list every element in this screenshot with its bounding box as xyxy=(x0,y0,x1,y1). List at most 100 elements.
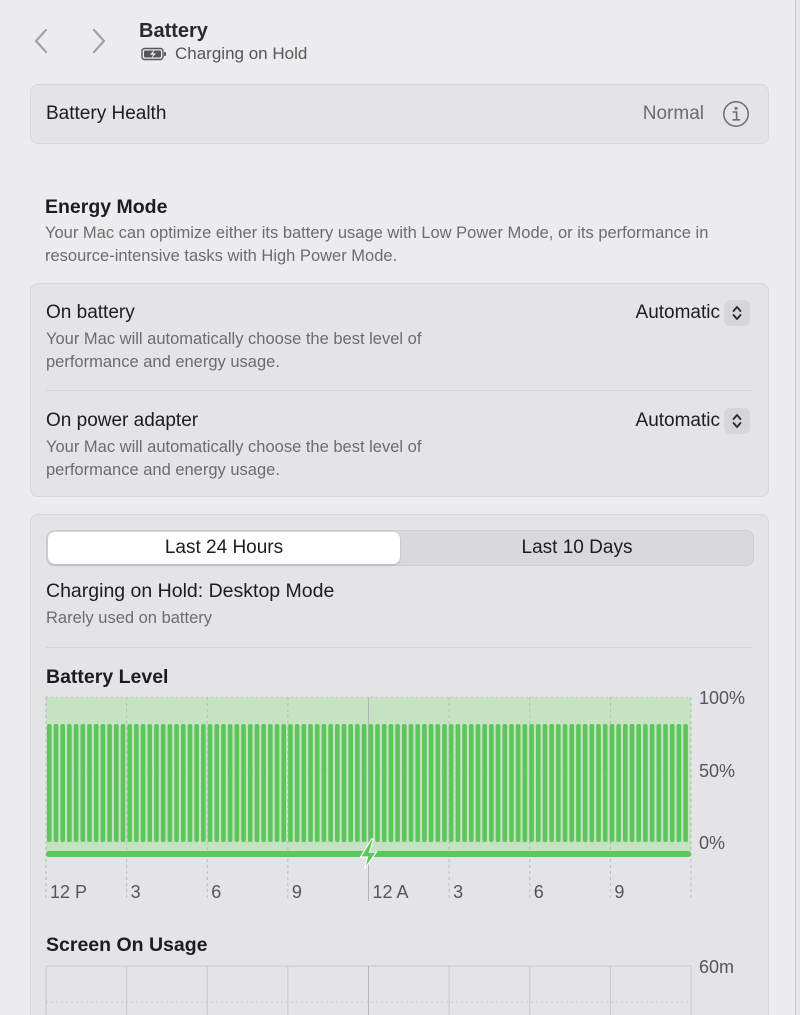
y-tick-label: 100% xyxy=(699,691,745,708)
on-power-adapter-title: On power adapter xyxy=(46,410,199,431)
battery-bar xyxy=(522,724,528,842)
battery-bar xyxy=(388,724,394,842)
battery-bar xyxy=(241,724,246,842)
battery-bar xyxy=(247,724,253,842)
battery-bar xyxy=(556,724,561,842)
chevron-left-icon xyxy=(34,28,48,54)
battery-bar xyxy=(669,724,675,842)
x-tick-label: 9 xyxy=(614,882,624,902)
battery-bar xyxy=(495,724,501,842)
battery-bar xyxy=(676,724,682,842)
battery-bar xyxy=(381,724,387,842)
battery-bar xyxy=(120,724,126,842)
battery-health-label: Battery Health xyxy=(46,103,167,124)
battery-bar xyxy=(368,724,374,842)
on-power-adapter-mode-popup[interactable]: Automatic xyxy=(636,408,750,434)
screen-on-usage-chart-title: Screen On Usage xyxy=(46,934,208,956)
battery-bar xyxy=(361,724,367,842)
battery-health-value: Normal xyxy=(642,103,704,124)
battery-bar xyxy=(609,724,615,842)
battery-bar xyxy=(462,724,467,842)
section-divider xyxy=(46,647,753,648)
battery-bar xyxy=(509,724,514,842)
battery-settings-window: Battery Charging on Hold Battery Health … xyxy=(0,0,796,1015)
battery-bar xyxy=(80,724,86,842)
x-tick-label: 6 xyxy=(211,882,221,902)
back-button[interactable] xyxy=(30,26,52,56)
battery-bar xyxy=(569,724,575,842)
forward-button[interactable] xyxy=(88,26,110,56)
battery-bar xyxy=(623,724,628,842)
battery-bar xyxy=(127,724,132,842)
info-icon[interactable] xyxy=(722,100,750,128)
x-tick-label: 12 P xyxy=(50,882,87,902)
battery-bar xyxy=(93,724,99,842)
battery-bar xyxy=(107,724,112,842)
battery-bar xyxy=(596,724,601,842)
battery-bar xyxy=(629,724,635,842)
updown-chevron-icon xyxy=(724,408,750,434)
battery-bar xyxy=(602,724,608,842)
y-tick-label: 50% xyxy=(699,761,735,781)
battery-bar xyxy=(401,724,407,842)
x-tick-label: 12 A xyxy=(373,882,409,902)
time-range-segmented-control: Last 24 Hours Last 10 Days xyxy=(46,530,754,566)
battery-bar xyxy=(254,724,260,842)
battery-bar xyxy=(187,724,193,842)
battery-level-chart: 100% 50% 0% 12 P 3 6 9 12 A 3 6 9 xyxy=(45,691,745,902)
updown-chevron-icon xyxy=(724,300,750,326)
battery-bar xyxy=(113,724,119,842)
battery-bar xyxy=(53,724,59,842)
on-power-adapter-mode-value: Automatic xyxy=(635,410,720,431)
battery-bar xyxy=(589,724,595,842)
battery-bar xyxy=(227,724,233,842)
x-tick-label: 3 xyxy=(131,882,141,902)
on-power-adapter-description: Your Mac will automatically choose the b… xyxy=(46,438,422,479)
chevron-right-icon xyxy=(92,28,106,54)
battery-bar xyxy=(643,724,648,842)
battery-bar xyxy=(294,724,300,842)
battery-bar xyxy=(234,724,240,842)
battery-bar xyxy=(649,724,655,842)
battery-bar xyxy=(301,724,307,842)
x-tick-label: 9 xyxy=(292,882,302,902)
battery-bar xyxy=(435,724,441,842)
battery-bar xyxy=(335,724,340,842)
battery-bar xyxy=(529,724,534,842)
battery-bar xyxy=(348,724,354,842)
battery-bar xyxy=(475,724,481,842)
charging-status-text: Charging on Hold xyxy=(175,44,308,63)
battery-bar xyxy=(134,724,139,842)
on-battery-mode-popup[interactable]: Automatic xyxy=(636,300,750,326)
battery-bar xyxy=(147,724,153,842)
battery-bar xyxy=(87,724,92,842)
row-divider xyxy=(46,390,753,391)
battery-bar xyxy=(415,724,420,842)
battery-bar xyxy=(663,724,668,842)
battery-bar xyxy=(67,724,72,842)
battery-bar xyxy=(482,724,487,842)
battery-bar xyxy=(281,724,287,842)
tab-last-24-hours[interactable]: Last 24 Hours xyxy=(48,532,400,564)
battery-bar xyxy=(288,724,293,842)
battery-bar xyxy=(167,724,173,842)
battery-bar xyxy=(268,724,273,842)
battery-bar xyxy=(73,724,79,842)
energy-mode-description: Your Mac can optimize either its battery… xyxy=(45,224,709,265)
battery-bar xyxy=(140,724,146,842)
tab-last-10-days[interactable]: Last 10 Days xyxy=(401,532,753,564)
battery-bar xyxy=(428,724,434,842)
battery-bar xyxy=(174,724,179,842)
battery-bar xyxy=(308,724,313,842)
battery-bar xyxy=(515,724,521,842)
x-tick-label: 3 xyxy=(453,882,463,902)
page-subtitle: Charging on Hold xyxy=(141,44,307,64)
battery-bar xyxy=(180,724,186,842)
battery-health-card: Battery Health Normal xyxy=(30,84,769,144)
on-battery-mode-value: Automatic xyxy=(635,302,720,323)
charging-mode-description: Rarely used on battery xyxy=(46,609,213,627)
battery-level-chart-title: Battery Level xyxy=(46,666,169,688)
battery-bar xyxy=(321,724,327,842)
battery-bar xyxy=(535,724,541,842)
battery-bar xyxy=(656,724,662,842)
